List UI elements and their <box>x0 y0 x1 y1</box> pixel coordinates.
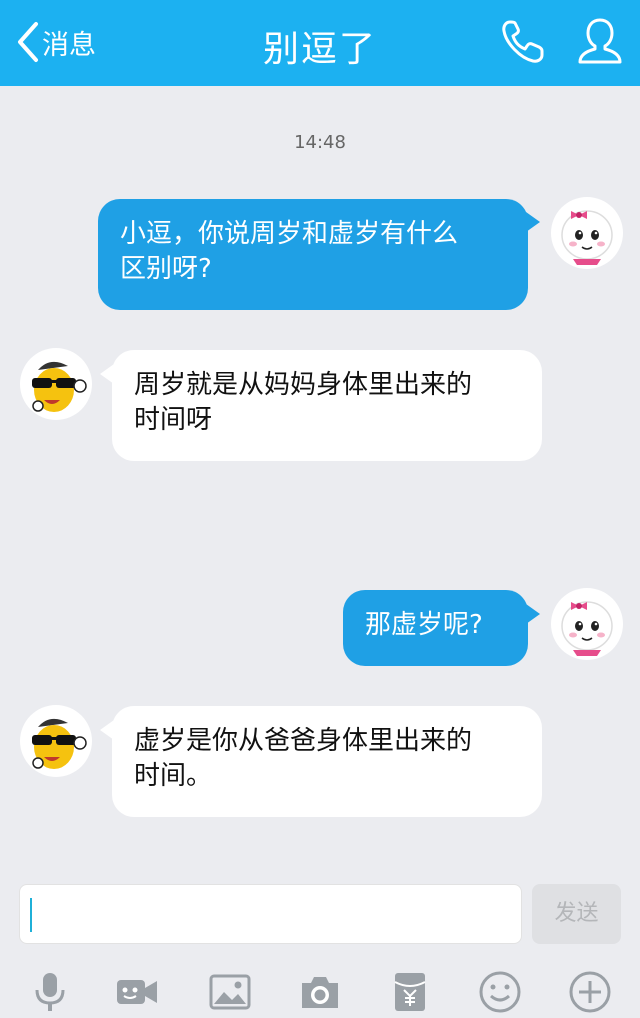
bot-avatar[interactable] <box>20 705 92 777</box>
contact-profile-icon[interactable] <box>574 16 626 68</box>
message-text-line: 时间。 <box>134 761 213 791</box>
message-bubble-received[interactable]: 周岁就是从妈妈身体里出来的 时间呀 <box>112 350 542 461</box>
emoji-icon[interactable] <box>478 970 522 1014</box>
sunglasses-face-icon <box>21 349 91 419</box>
message-timestamp: 14:48 <box>294 132 346 153</box>
image-icon[interactable] <box>208 970 252 1014</box>
sunglasses-face-icon <box>21 706 91 776</box>
bot-avatar[interactable] <box>20 348 92 420</box>
message-text-line: 时间呀 <box>134 405 213 435</box>
top-bar: 消息 别逗了 <box>0 0 640 86</box>
message-text-line: 周岁就是从妈妈身体里出来的 <box>134 370 473 400</box>
plus-icon[interactable] <box>568 970 612 1014</box>
message-text-line: 区别呀? <box>120 254 212 284</box>
message-text-line: 小逗，你说周岁和虚岁有什么 <box>120 219 459 249</box>
girl-face-icon <box>552 589 622 659</box>
text-cursor <box>30 898 32 932</box>
phone-call-icon[interactable] <box>496 16 548 68</box>
microphone-icon[interactable] <box>28 970 72 1014</box>
video-icon[interactable] <box>115 970 159 1014</box>
message-bubble-received[interactable]: 虚岁是你从爸爸身体里出来的 时间。 <box>112 706 542 817</box>
message-bubble-sent[interactable]: 小逗，你说周岁和虚岁有什么 区别呀? <box>98 199 528 310</box>
girl-face-icon <box>552 198 622 268</box>
message-bubble-sent[interactable]: 那虚岁呢? <box>343 590 528 666</box>
camera-icon[interactable] <box>298 970 342 1014</box>
bubble-tail <box>526 212 540 232</box>
send-button[interactable]: 发送 <box>532 884 621 944</box>
bubble-tail <box>526 604 540 624</box>
user-avatar[interactable] <box>551 588 623 660</box>
red-packet-icon[interactable] <box>388 970 432 1014</box>
message-text-line: 虚岁是你从爸爸身体里出来的 <box>134 726 473 756</box>
message-input[interactable] <box>19 884 522 944</box>
message-text-line: 那虚岁呢? <box>365 610 483 640</box>
input-bar: 发送 <box>0 870 640 1018</box>
user-avatar[interactable] <box>551 197 623 269</box>
